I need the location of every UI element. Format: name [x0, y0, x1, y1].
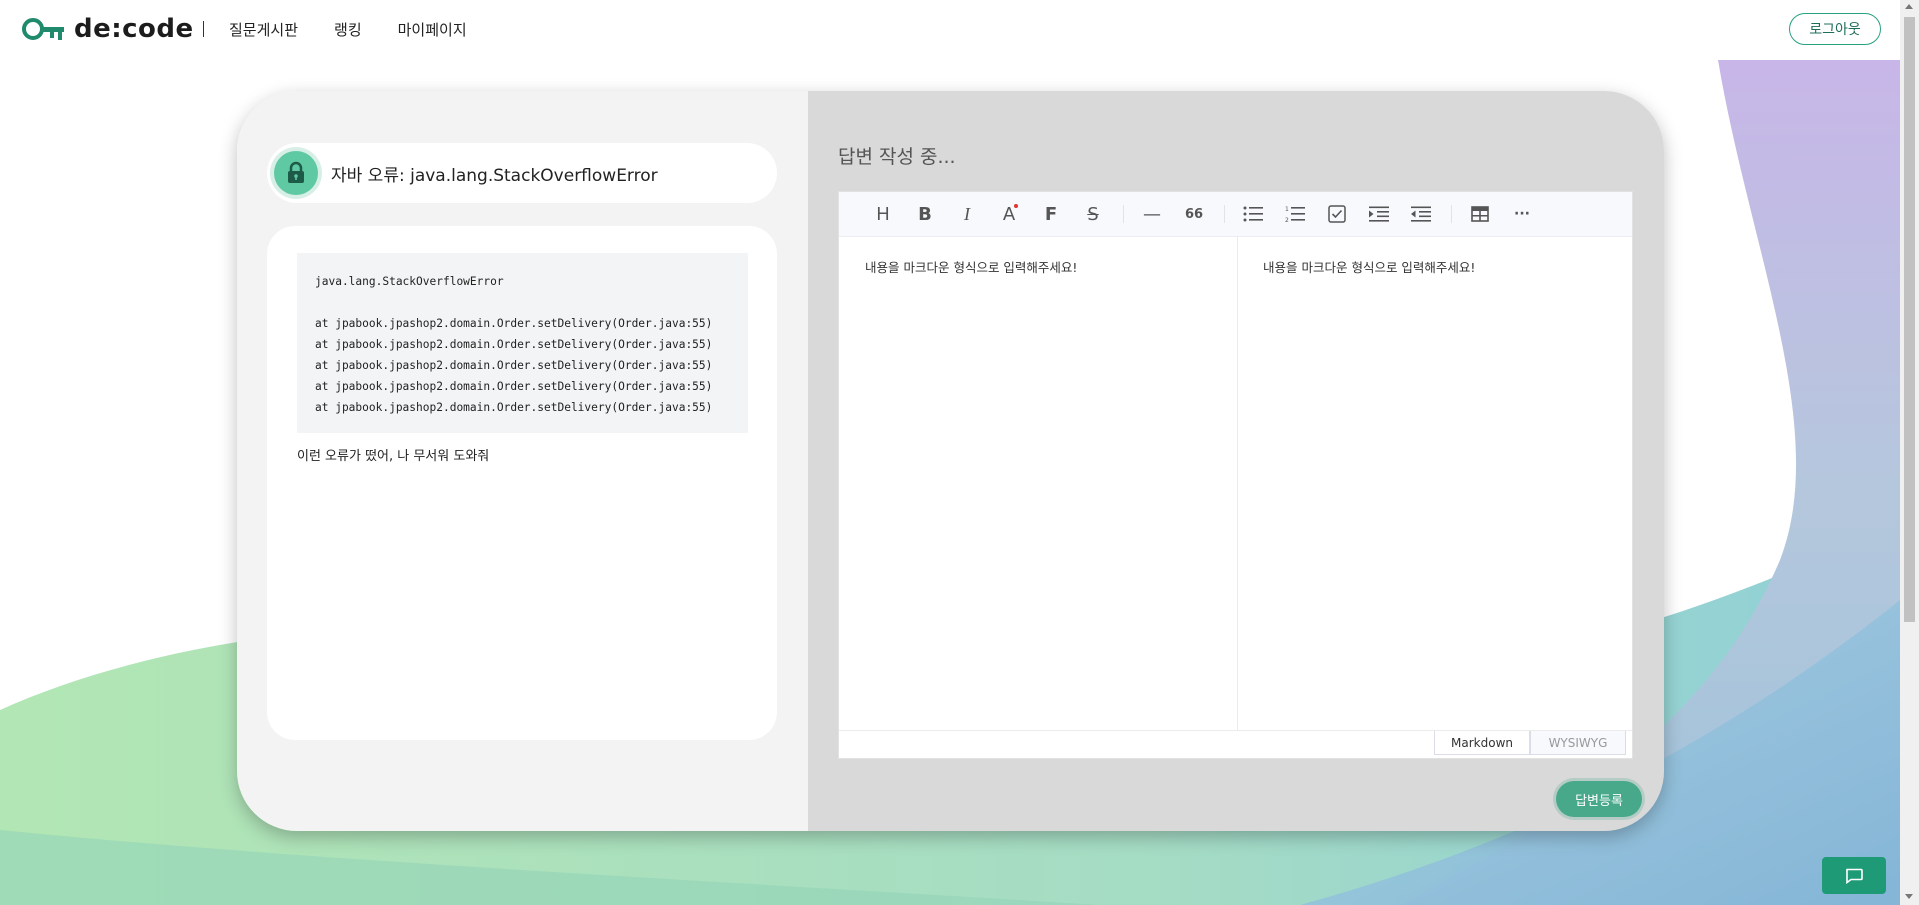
key-logo-icon: [22, 18, 64, 40]
question-text: 이런 오류가 떴어, 나 무서워 도와줘: [297, 449, 490, 464]
toolbar-separator: [1451, 205, 1452, 223]
numbered-list-icon[interactable]: 12: [1279, 198, 1311, 230]
code-line: at jpabook.jpashop2.domain.Order.setDeli…: [315, 380, 713, 393]
logo[interactable]: de:code: [22, 14, 194, 44]
answer-panel: 답변 작성 중... H B I A F S — 66 12 ··· 내용을 마…: [808, 91, 1664, 831]
editor-mode-bar: Markdown WYSIWYG: [839, 730, 1632, 758]
strikethrough-icon[interactable]: S: [1077, 198, 1109, 230]
code-line: at jpabook.jpashop2.domain.Order.setDeli…: [315, 317, 713, 330]
lock-icon: [274, 151, 318, 195]
preview-placeholder: 내용을 마크다운 형식으로 입력해주세요!: [1263, 260, 1476, 275]
indent-icon[interactable]: [1363, 198, 1395, 230]
toolbar-separator: [1123, 205, 1124, 223]
markdown-editor: H B I A F S — 66 12 ··· 내용을 마크다운 형식으로 입력…: [838, 191, 1633, 759]
page-scrollbar[interactable]: [1900, 0, 1919, 905]
editor-placeholder: 내용을 마크다운 형식으로 입력해주세요!: [865, 260, 1078, 275]
code-line: at jpabook.jpashop2.domain.Order.setDeli…: [315, 359, 713, 372]
answer-heading: 답변 작성 중...: [838, 146, 956, 168]
svg-text:2: 2: [1285, 217, 1289, 223]
bold-icon[interactable]: B: [909, 198, 941, 230]
text-color-icon[interactable]: A: [993, 198, 1025, 230]
horizontal-rule-icon[interactable]: —: [1136, 198, 1168, 230]
header-divider: [203, 21, 204, 37]
question-panel: 자바 오류: java.lang.StackOverflowError java…: [237, 91, 808, 831]
table-icon[interactable]: [1464, 198, 1496, 230]
task-list-icon[interactable]: [1321, 198, 1353, 230]
submit-answer-button[interactable]: 답변등록: [1556, 781, 1642, 817]
logout-button[interactable]: 로그아웃: [1789, 13, 1881, 45]
svg-text:1: 1: [1285, 206, 1289, 213]
font-icon[interactable]: F: [1035, 198, 1067, 230]
outdent-icon[interactable]: [1405, 198, 1437, 230]
question-body: java.lang.StackOverflowError at jpabook.…: [267, 226, 777, 740]
question-title: 자바 오류: java.lang.StackOverflowError: [331, 165, 658, 186]
preview-pane: 내용을 마크다운 형식으로 입력해주세요!: [1237, 237, 1632, 732]
nav-question-board[interactable]: 질문게시판: [229, 19, 298, 40]
top-header: de:code 질문게시판 랭킹 마이페이지 로그아웃: [0, 0, 1900, 60]
editor-toolbar: H B I A F S — 66 12 ···: [839, 192, 1632, 237]
main-nav: 질문게시판 랭킹 마이페이지: [229, 19, 467, 40]
code-line: java.lang.StackOverflowError: [315, 275, 504, 288]
italic-icon[interactable]: I: [951, 198, 983, 230]
scroll-up-icon[interactable]: [1905, 4, 1913, 9]
toolbar-separator: [1224, 205, 1225, 223]
question-title-box: 자바 오류: java.lang.StackOverflowError: [267, 143, 777, 203]
chat-icon: [1846, 868, 1863, 884]
mode-tab-markdown[interactable]: Markdown: [1434, 731, 1530, 755]
scroll-down-icon[interactable]: [1905, 894, 1913, 899]
scroll-thumb[interactable]: [1904, 17, 1915, 622]
markdown-input-pane[interactable]: 내용을 마크다운 형식으로 입력해주세요!: [839, 237, 1238, 732]
code-line: at jpabook.jpashop2.domain.Order.setDeli…: [315, 401, 713, 414]
nav-ranking[interactable]: 랭킹: [334, 19, 362, 40]
answer-card: 자바 오류: java.lang.StackOverflowError java…: [237, 91, 1664, 831]
chat-button[interactable]: [1822, 857, 1886, 894]
quote-icon[interactable]: 66: [1178, 198, 1210, 230]
more-icon[interactable]: ···: [1506, 198, 1538, 230]
code-line: at jpabook.jpashop2.domain.Order.setDeli…: [315, 338, 713, 351]
editor-content: 내용을 마크다운 형식으로 입력해주세요! 내용을 마크다운 형식으로 입력해주…: [839, 237, 1632, 732]
code-block: java.lang.StackOverflowError at jpabook.…: [297, 253, 748, 433]
nav-mypage[interactable]: 마이페이지: [398, 19, 467, 40]
bullet-list-icon[interactable]: [1237, 198, 1269, 230]
mode-tab-wysiwyg[interactable]: WYSIWYG: [1530, 731, 1626, 755]
heading-icon[interactable]: H: [867, 198, 899, 230]
logo-text: de:code: [74, 14, 194, 44]
